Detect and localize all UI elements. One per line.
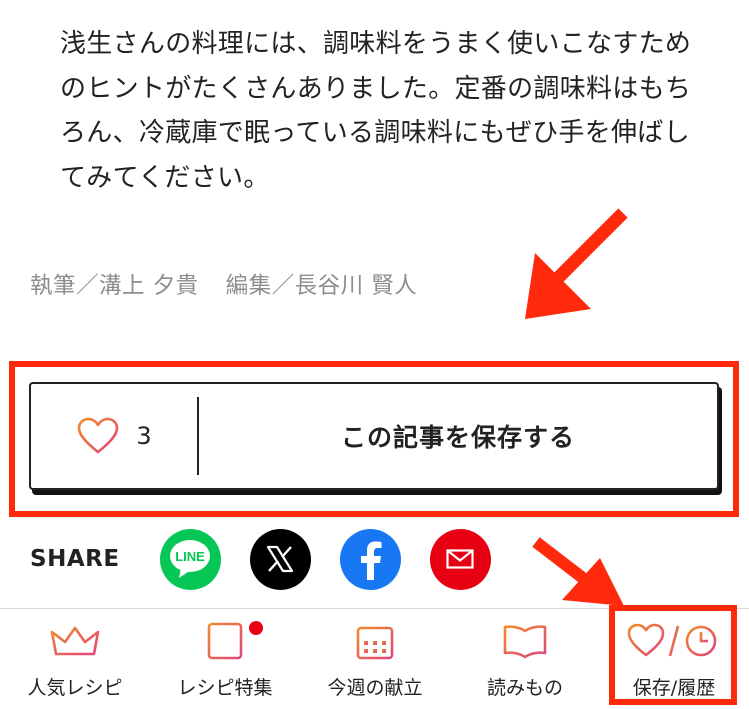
like-button[interactable]: 3 (31, 384, 197, 488)
mail-share-button[interactable] (429, 528, 491, 590)
writer-credit: 執筆／溝上 夕貴 (30, 273, 199, 299)
x-share-button[interactable] (249, 528, 311, 590)
mail-icon (446, 549, 474, 569)
line-icon: LINE (170, 540, 211, 578)
like-count: 3 (136, 422, 152, 450)
crown-icon (50, 626, 100, 656)
article-credit: 執筆／溝上 夕貴 編集／長谷川 賢人 (30, 268, 417, 300)
notification-dot (249, 621, 263, 635)
save-article-button[interactable]: この記事を保存する (199, 418, 717, 454)
calendar-icon (356, 623, 394, 660)
save-card: 3 この記事を保存する (29, 382, 719, 490)
heart-icon (78, 417, 119, 454)
list-icon (207, 622, 243, 660)
annotation-box-nav (609, 605, 737, 705)
facebook-share-button[interactable] (339, 528, 401, 590)
article-paragraph: 浅生さんの料理には、調味料をうまく使いこなすためのヒントがたくさんありました。定… (60, 29, 692, 193)
nav-item-weekly-menu[interactable]: 今週の献立 (300, 609, 450, 709)
book-icon (503, 625, 547, 659)
x-logo-icon (266, 545, 294, 573)
share-row: SHARE LINE (30, 528, 520, 590)
nav-label: 読みもの (486, 677, 563, 699)
nav-item-reading[interactable]: 読みもの (450, 609, 600, 709)
nav-label: レシピ特集 (177, 677, 273, 699)
editor-credit: 編集／長谷川 賢人 (225, 273, 418, 299)
nav-item-recipe-features[interactable]: レシピ特集 (150, 609, 300, 709)
nav-label: 今週の献立 (327, 677, 423, 699)
annotation-arrow-save (525, 208, 628, 319)
nav-item-popular-recipes[interactable]: 人気レシピ (0, 609, 150, 709)
line-share-button[interactable]: LINE (159, 528, 221, 590)
line-icon-text: LINE (175, 549, 205, 564)
facebook-icon (361, 541, 382, 580)
nav-label: 人気レシピ (27, 677, 123, 699)
share-label: SHARE (30, 546, 120, 572)
annotation-arrow-nav (532, 537, 624, 606)
